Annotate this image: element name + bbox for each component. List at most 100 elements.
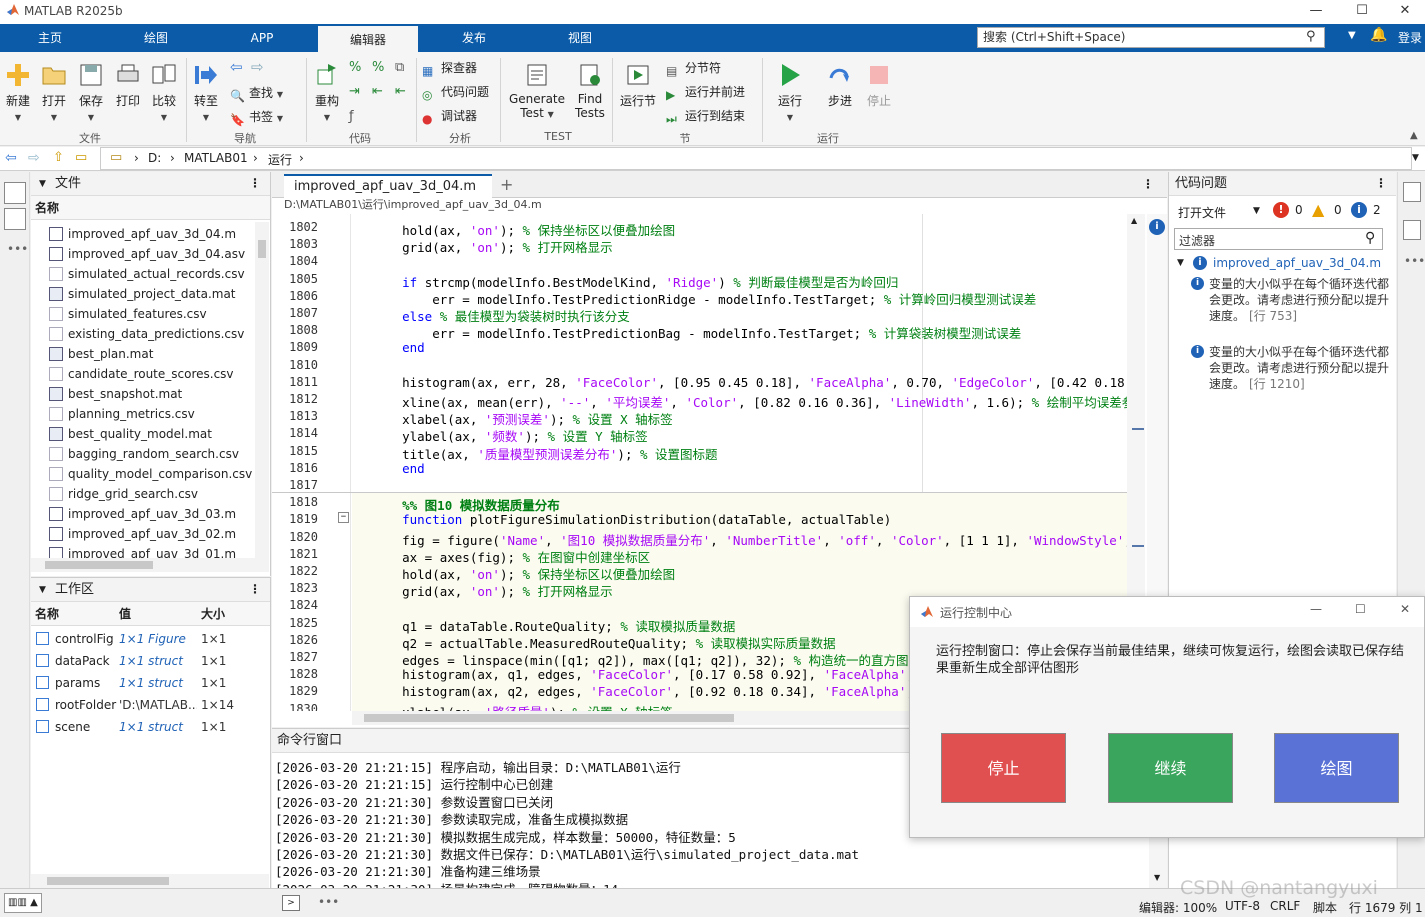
file-item[interactable]: bagging_random_search.csv xyxy=(49,444,239,464)
dialog-close-button[interactable]: ✕ xyxy=(1400,602,1410,616)
file-item[interactable]: existing_data_predictions.csv xyxy=(49,324,244,344)
ws-col-name[interactable]: 名称 xyxy=(35,602,59,626)
files-col-name[interactable]: 名称 xyxy=(31,196,270,220)
collapse-files-icon[interactable]: ▼ xyxy=(39,179,46,189)
plot-button[interactable]: 绘图 xyxy=(1274,733,1399,803)
compare-button[interactable]: 比较 ▼ xyxy=(149,62,179,123)
path-field[interactable] xyxy=(100,147,1412,170)
minimize-button[interactable]: — xyxy=(1293,0,1339,24)
run-advance-button[interactable]: ▶ 运行并前进 xyxy=(666,83,745,102)
code-line[interactable]: xline(ax, mean(err), '--', '平均误差', 'Colo… xyxy=(372,392,1127,411)
code-line[interactable]: histogram(ax, q2, edges, 'FaceColor', [0… xyxy=(372,684,951,699)
more-icon[interactable]: ••• xyxy=(7,242,28,256)
find-tests-button[interactable]: Find Tests xyxy=(574,62,606,120)
ws-col-size[interactable]: 大小 xyxy=(201,602,225,626)
print-button[interactable]: 打印 xyxy=(113,62,143,109)
function-icon[interactable]: ƒ xyxy=(349,109,354,124)
files-vscrollbar[interactable] xyxy=(255,222,269,558)
ws-col-value[interactable]: 值 xyxy=(119,602,131,626)
add-tab-icon[interactable]: + xyxy=(500,175,513,194)
info-filter-icon[interactable]: i xyxy=(1351,202,1367,218)
code-line[interactable]: end xyxy=(372,340,425,355)
goto-button[interactable]: 转至 ▼ xyxy=(191,62,221,123)
bookmark-button[interactable]: 🔖 书签 ▼ xyxy=(230,108,283,127)
right-more-icon[interactable]: ••• xyxy=(1404,254,1425,268)
run-button[interactable]: 运行 ▼ xyxy=(773,62,807,123)
browse-folder-icon[interactable]: ▭ xyxy=(75,150,87,165)
dialog-maximize-button[interactable]: ☐ xyxy=(1355,602,1366,616)
forward-icon[interactable]: ⇨ xyxy=(28,150,40,166)
issues-file-link[interactable]: improved_apf_uav_3d_04.m xyxy=(1213,256,1393,270)
scope-caret-icon[interactable]: ▼ xyxy=(1253,206,1260,216)
code-line[interactable]: xlabel(ax, '路径质量'); % 设置 X 轴标签 xyxy=(372,702,673,711)
workspace-hscrollbar[interactable] xyxy=(31,874,269,888)
code-line[interactable]: grid(ax, 'on'); % 打开网格显示 xyxy=(372,581,613,600)
back-arrow-icon[interactable]: ⇦ xyxy=(230,58,243,76)
forward-arrow-icon[interactable]: ⇨ xyxy=(251,58,264,76)
debugger-button[interactable]: ● 调试器 xyxy=(422,107,477,126)
file-item[interactable]: best_quality_model.mat xyxy=(49,424,212,444)
workspace-row[interactable]: params 1×1 struct 1×1 xyxy=(31,672,271,694)
tab-view[interactable]: 视图 xyxy=(530,24,630,52)
code-line[interactable]: q2 = actualTable.MeasuredRouteQuality; %… xyxy=(372,633,836,652)
find-button[interactable]: 🔍 查找 ▼ xyxy=(230,84,283,103)
tab-home[interactable]: 主页 xyxy=(0,24,100,52)
code-line[interactable]: end xyxy=(372,461,425,476)
comment-icon[interactable]: % xyxy=(349,60,361,75)
uncomment-icon[interactable]: % xyxy=(372,60,384,75)
tab-publish[interactable]: 发布 xyxy=(424,24,524,52)
workspace-panel-icon[interactable] xyxy=(4,208,26,230)
status-position[interactable]: 行 1679 列 1 xyxy=(1349,899,1423,916)
back-icon[interactable]: ⇦ xyxy=(5,150,17,166)
indent-icon[interactable]: ⇥ xyxy=(349,84,360,99)
workspace-row[interactable]: dataPack 1×1 struct 1×1 xyxy=(31,650,271,672)
code-line[interactable]: q1 = dataTable.RouteQuality; % 读取模拟质量数据 xyxy=(372,616,735,635)
issue-item[interactable]: i 变量的大小似乎在每个循环迭代都会更改。请考虑进行预分配以提升速度。 [行 753… xyxy=(1191,276,1389,324)
error-icon[interactable]: ! xyxy=(1273,202,1289,218)
run-to-end-button[interactable]: ⏭ 运行到结束 xyxy=(666,107,745,126)
open-button[interactable]: 打开 ▼ xyxy=(39,62,69,123)
code-line[interactable]: histogram(ax, err, 28, 'FaceColor', [0.9… xyxy=(372,375,1127,390)
workspace-row[interactable]: rootFolder 'D:\MATLAB... 1×14 xyxy=(31,694,271,716)
editor-menu-icon[interactable]: ⋮ xyxy=(1142,177,1154,191)
editor-tab-file[interactable]: improved_apf_uav_3d_04.m ✕ xyxy=(284,174,492,215)
docs-panel-icon[interactable] xyxy=(1403,182,1421,202)
workspace-row[interactable]: scene 1×1 struct 1×1 xyxy=(31,716,271,738)
properties-panel-icon[interactable] xyxy=(1403,220,1421,240)
profiler-button[interactable]: ▦ 探查器 xyxy=(422,59,477,78)
file-item[interactable]: improved_apf_uav_3d_01.m xyxy=(49,544,236,558)
workspace-row[interactable]: controlFig 1×1 Figure 1×1 xyxy=(31,628,271,650)
code-line[interactable]: edges = linspace(min([q1; q2]), max([q1;… xyxy=(372,650,933,669)
collapse-workspace-icon[interactable]: ▼ xyxy=(39,585,46,595)
file-item[interactable]: simulated_actual_records.csv xyxy=(49,264,245,284)
status-eol[interactable]: CRLF xyxy=(1270,899,1300,913)
status-encoding[interactable]: UTF-8 xyxy=(1225,899,1260,913)
file-item[interactable]: quality_model_comparison.csv xyxy=(49,464,252,484)
dropdown-icon[interactable]: ▼ xyxy=(1348,30,1356,41)
breadcrumb-run[interactable]: 运行 xyxy=(268,151,292,168)
issue-item[interactable]: i 变量的大小似乎在每个循环迭代都会更改。请考虑进行预分配以提升速度。 [行 121… xyxy=(1191,344,1389,392)
workspace-menu-icon[interactable]: ⋮ xyxy=(249,582,261,596)
status-zoom[interactable]: 编辑器: 100% xyxy=(1139,899,1217,916)
code-line[interactable]: else % 最佳模型为袋装树时执行该分支 xyxy=(372,306,630,325)
continue-button[interactable]: 继续 xyxy=(1108,733,1233,803)
file-item[interactable]: ridge_grid_search.csv xyxy=(49,484,198,504)
file-item[interactable]: planning_metrics.csv xyxy=(49,404,195,424)
login-link[interactable]: 登录 xyxy=(1398,29,1422,46)
status-more-icon[interactable]: ••• xyxy=(318,895,339,909)
save-button[interactable]: 保存 ▼ xyxy=(76,62,106,123)
code-line[interactable]: hold(ax, 'on'); % 保持坐标区以便叠加绘图 xyxy=(372,220,675,239)
tab-plots[interactable]: 绘图 xyxy=(106,24,206,52)
scroll-down-icon[interactable]: ▼ xyxy=(1154,873,1160,882)
file-item[interactable]: improved_apf_uav_3d_02.m xyxy=(49,524,236,544)
warning-icon[interactable]: ▲ xyxy=(1312,200,1324,219)
code-line[interactable]: err = modelInfo.TestPredictionBag - mode… xyxy=(372,323,1021,342)
code-line[interactable]: title(ax, '质量模型预测误差分布'); % 设置图标题 xyxy=(372,444,717,463)
file-item[interactable]: improved_apf_uav_3d_04.asv xyxy=(49,244,245,264)
code-line[interactable]: ylabel(ax, '频数'); % 设置 Y 轴标签 xyxy=(372,426,648,445)
generate-test-button[interactable]: Generate Test ▼ xyxy=(508,62,566,120)
code-line[interactable]: histogram(ax, q1, edges, 'FaceColor', [0… xyxy=(372,667,951,682)
bell-icon[interactable]: 🔔 xyxy=(1370,27,1387,43)
run-section-button[interactable]: 运行节 xyxy=(618,62,658,109)
collapse-toolstrip-icon[interactable]: ▲ xyxy=(1410,130,1418,141)
